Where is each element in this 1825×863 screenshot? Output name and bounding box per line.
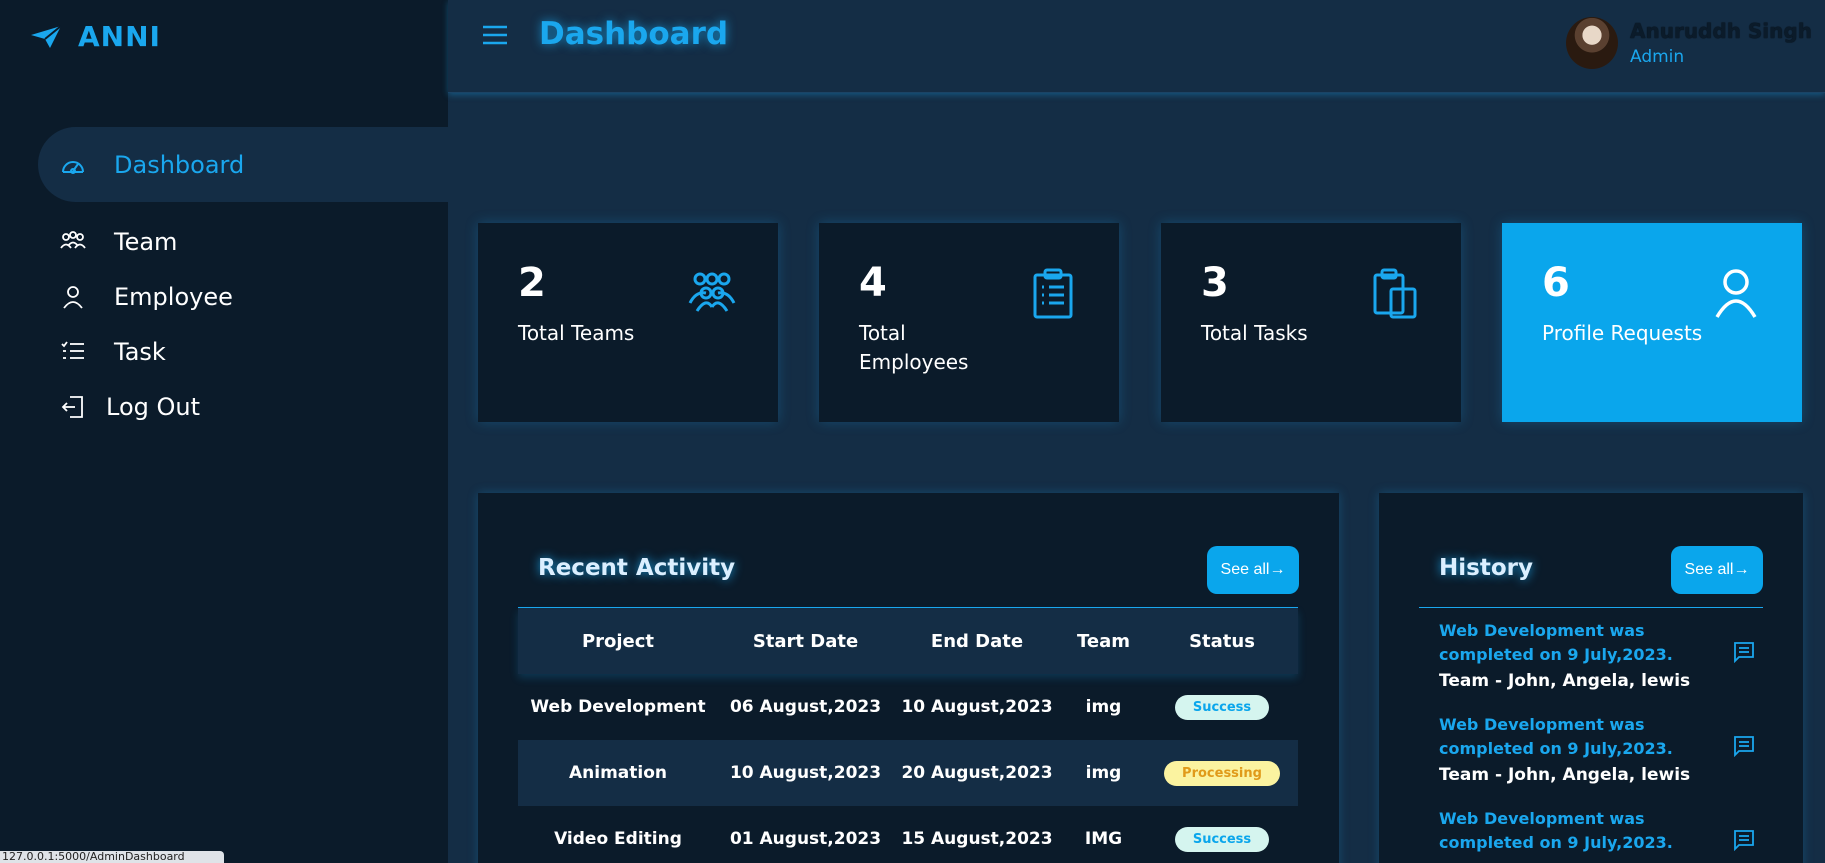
column-header: Project <box>581 630 655 652</box>
activity-table: Project Start Date End Date Team Status … <box>518 608 1298 863</box>
table-row[interactable]: Video Editing 01 August,2023 15 August,2… <box>518 806 1298 863</box>
stat-label: Total Teams <box>518 321 635 345</box>
cell-team: IMG <box>1084 829 1123 849</box>
page-title: Dashboard <box>539 16 729 52</box>
table-header-row: Project Start Date End Date Team Status <box>518 608 1298 674</box>
sidebar-item-team[interactable]: Team <box>0 214 448 269</box>
clipboard-list-icon <box>1033 268 1073 319</box>
divider <box>1419 607 1763 608</box>
stat-card-tasks[interactable]: 3 Total Tasks <box>1161 223 1461 422</box>
recent-activity-panel: Recent Activity See all→ Project Start D… <box>478 493 1339 863</box>
table-row[interactable]: Animation 10 August,2023 20 August,2023 … <box>518 740 1298 806</box>
column-header: Start Date <box>752 630 859 652</box>
avatar[interactable] <box>1566 17 1618 69</box>
clipboard-copy-icon <box>1373 268 1417 319</box>
history-panel: History See all→ Web Development was com… <box>1379 493 1803 863</box>
see-all-history-button[interactable]: See all→ <box>1671 546 1763 594</box>
sidebar-item-dashboard[interactable]: Dashboard <box>38 127 448 202</box>
team-icon <box>688 272 736 312</box>
cell-end-date: 20 August,2023 <box>901 763 1053 783</box>
gauge-icon <box>60 152 86 178</box>
user-name: Anuruddh Singh <box>1630 19 1812 43</box>
cell-team: img <box>1085 697 1122 717</box>
stat-card-teams[interactable]: 2 Total Teams <box>478 223 778 422</box>
sidebar-item-label: Log Out <box>106 392 201 421</box>
history-item[interactable]: Web Development was completed on 9 July,… <box>1439 807 1779 855</box>
history-text: Web Development was completed on 9 July,… <box>1439 715 1673 758</box>
history-text: Web Development was completed on 9 July,… <box>1439 621 1673 664</box>
sidebar-item-label: Team <box>114 227 178 256</box>
user-icon <box>60 284 86 310</box>
stat-label: Profile Requests <box>1542 321 1703 345</box>
team-icon <box>60 229 86 255</box>
checklist-icon <box>60 339 86 365</box>
sidebar-item-task[interactable]: Task <box>0 324 448 379</box>
cell-status: Success <box>1146 674 1298 740</box>
paper-plane-icon <box>31 25 62 48</box>
history-item[interactable]: Web Development was completed on 9 July,… <box>1439 619 1779 691</box>
user-icon <box>1715 269 1757 318</box>
cell-start-date: 06 August,2023 <box>729 697 882 717</box>
column-header: Status <box>1189 630 1255 652</box>
sidebar-item-label: Dashboard <box>114 150 245 179</box>
status-badge: Success <box>1174 826 1270 852</box>
history-team: Team - John, Angela, lewis <box>1439 671 1691 691</box>
comment-icon[interactable] <box>1733 735 1755 757</box>
cell-status: Processing <box>1146 740 1298 806</box>
column-header: End Date <box>930 630 1024 652</box>
user-profile[interactable]: Anuruddh Singh Admin <box>1566 17 1812 69</box>
table-row[interactable]: Web Development 06 August,2023 10 August… <box>518 674 1298 740</box>
status-bar-url: 127.0.0.1:5000/AdminDashboard <box>0 851 224 863</box>
history-text: Web Development was completed on 9 July,… <box>1439 809 1673 852</box>
cell-project: Web Development <box>530 697 706 717</box>
comment-icon[interactable] <box>1733 829 1755 851</box>
recent-activity-title: Recent Activity <box>538 555 736 581</box>
history-list: Web Development was completed on 9 July,… <box>1439 619 1779 863</box>
sidebar: ANNI Dashboard Team Employee Task Log Ou… <box>0 0 448 863</box>
stat-label: Total Tasks <box>1201 321 1308 345</box>
sidebar-item-label: Task <box>114 337 166 366</box>
cell-end-date: 15 August,2023 <box>901 829 1053 849</box>
cell-project: Video Editing <box>554 829 682 849</box>
topbar: Dashboard Anuruddh Singh Admin <box>448 0 1825 93</box>
status-badge: Processing <box>1164 760 1280 786</box>
see-all-activity-button[interactable]: See all→ <box>1207 546 1299 594</box>
sidebar-nav: Dashboard Team Employee Task Log Out <box>0 127 448 434</box>
cell-project: Animation <box>568 763 667 783</box>
cell-start-date: 10 August,2023 <box>729 763 882 783</box>
hamburger-icon[interactable] <box>480 20 510 50</box>
brand-name: ANNI <box>78 19 161 53</box>
history-title: History <box>1439 555 1533 581</box>
brand[interactable]: ANNI <box>28 18 161 54</box>
cell-end-date: 10 August,2023 <box>901 697 1053 717</box>
stat-label: Total Employees <box>859 321 969 374</box>
sidebar-item-employee[interactable]: Employee <box>0 269 448 324</box>
cell-status: Success <box>1146 806 1298 863</box>
stat-card-profile-requests[interactable]: 6 Profile Requests <box>1502 223 1802 422</box>
sidebar-item-label: Employee <box>114 282 233 311</box>
user-role: Admin <box>1630 47 1685 67</box>
column-header: Team <box>1077 630 1130 652</box>
cell-team: img <box>1085 763 1122 783</box>
logout-icon <box>60 394 86 420</box>
cell-start-date: 01 August,2023 <box>729 829 882 849</box>
status-badge: Success <box>1174 694 1270 720</box>
sidebar-item-logout[interactable]: Log Out <box>0 379 448 434</box>
comment-icon[interactable] <box>1733 641 1755 663</box>
stat-card-employees[interactable]: 4 Total Employees <box>819 223 1119 422</box>
history-item[interactable]: Web Development was completed on 9 July,… <box>1439 713 1779 785</box>
history-team: Team - John, Angela, lewis <box>1439 765 1691 785</box>
